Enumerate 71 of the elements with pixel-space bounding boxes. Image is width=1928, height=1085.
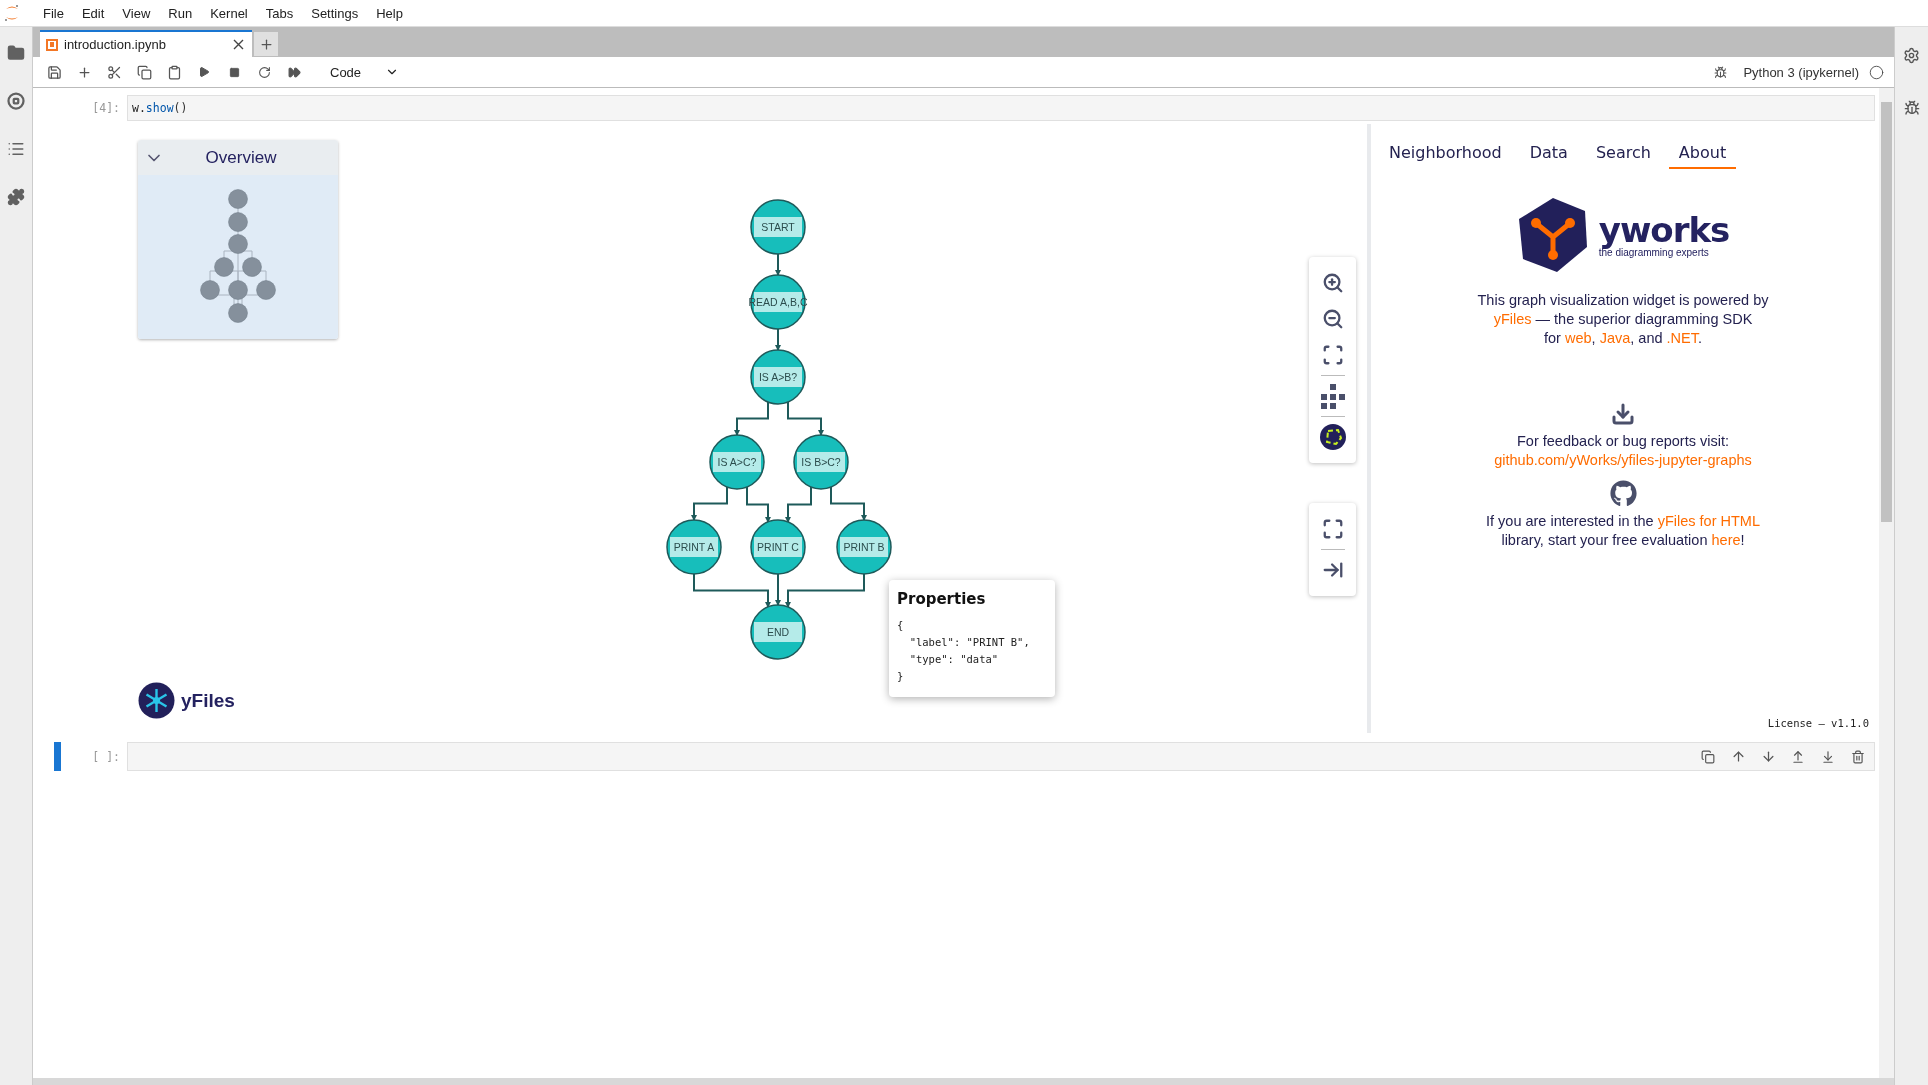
- edge-arrow: [775, 253, 781, 276]
- cell-type-dropdown[interactable]: Code: [324, 64, 406, 80]
- edge-arrow: [785, 486, 812, 523]
- properties-json: { "label": "PRINT B", "type": "data" }: [897, 618, 1031, 684]
- brand-name: yFiles: [181, 689, 235, 712]
- license-text: License – v1.1.0: [1767, 717, 1869, 729]
- node-label: END: [766, 626, 790, 638]
- brand-logo-icon: [138, 682, 175, 719]
- properties-title: Properties: [897, 590, 987, 608]
- graph-node[interactable]: IS A>B?: [750, 349, 806, 405]
- panel-tab[interactable]: About: [1668, 137, 1737, 169]
- download-icon: [1611, 402, 1635, 426]
- github-icon[interactable]: [1609, 480, 1637, 507]
- panel-tab[interactable]: Neighborhood: [1379, 137, 1512, 169]
- graph-node[interactable]: IS A>C?: [709, 434, 765, 490]
- puzzle-icon[interactable]: [7, 188, 25, 206]
- edge-arrow: [746, 486, 771, 523]
- graph-node[interactable]: PRINT B: [836, 519, 892, 575]
- kernel-name[interactable]: Python 3 (ipykernel): [1743, 64, 1859, 80]
- menu-item[interactable]: View: [113, 5, 160, 21]
- edge-arrow: [787, 401, 824, 436]
- evaluation-text: If you are interested in the yFiles for HTML library, start your free evaluation here!: [1486, 512, 1760, 550]
- yworks-logo-icon: [1516, 197, 1589, 273]
- app-logo-icon: [4, 4, 20, 22]
- menu-item[interactable]: Tabs: [256, 5, 303, 21]
- panel-tab[interactable]: Data: [1519, 137, 1578, 169]
- notebook-icon: [46, 38, 58, 51]
- bug-icon[interactable]: [1714, 65, 1728, 79]
- node-label: START: [761, 221, 795, 233]
- edge-arrow: [734, 401, 769, 436]
- node-label: PRINT A: [673, 541, 715, 553]
- list-icon[interactable]: [7, 140, 25, 158]
- graph-node[interactable]: PRINT A: [666, 519, 722, 575]
- graph-node[interactable]: IS B>C?: [793, 434, 849, 490]
- code-input[interactable]: [127, 742, 1875, 771]
- graph-node[interactable]: END: [750, 604, 806, 660]
- menu-item[interactable]: Settings: [302, 5, 368, 21]
- node-label: PRINT B: [843, 541, 885, 553]
- settings-icon[interactable]: [1903, 47, 1920, 64]
- menu-item[interactable]: Edit: [72, 5, 114, 21]
- panel-tab[interactable]: Search: [1585, 137, 1661, 169]
- menu-item[interactable]: Kernel: [201, 5, 257, 21]
- graph-node[interactable]: PRINT C: [750, 519, 806, 575]
- menu-item[interactable]: Run: [159, 5, 202, 21]
- logo-name: yworks: [1598, 212, 1730, 247]
- plus-icon: [258, 36, 274, 52]
- node-label: IS A>C?: [717, 456, 757, 468]
- scrollbar[interactable]: [1879, 88, 1894, 1078]
- node-label: IS B>C?: [801, 456, 841, 468]
- edge-arrow: [775, 328, 781, 351]
- edge-arrow: [830, 486, 867, 521]
- edge-arrow: [775, 573, 781, 606]
- menu-item[interactable]: File: [34, 5, 73, 21]
- about-text: This graph visualization widget is powered by yFiles — the superior diagramming SDK for web, Java, and .NET.: [1477, 291, 1769, 348]
- node-label: PRINT C: [757, 541, 799, 553]
- edge-arrow: [691, 486, 728, 521]
- folder-icon[interactable]: [7, 44, 25, 62]
- notebook-tab[interactable]: introduction.ipynb: [40, 30, 252, 57]
- new-tab-button[interactable]: [254, 32, 278, 56]
- code-input[interactable]: w.show(): [127, 95, 1875, 121]
- menu-item[interactable]: Help: [367, 5, 412, 21]
- cell-prompt: [ ]:: [92, 749, 121, 764]
- cell-prompt: [4]:: [92, 101, 121, 115]
- overview-title: Overview: [204, 147, 278, 168]
- tab-title: introduction.ipynb: [64, 37, 167, 52]
- feedback-text: For feedback or bug reports visit: github.com/yWorks/yfiles-jupyter-graphs: [1494, 432, 1752, 470]
- graph-node[interactable]: START: [750, 199, 806, 255]
- node-label: IS A>B?: [758, 371, 798, 383]
- kernel-status-icon: [1869, 64, 1884, 80]
- stop-icon[interactable]: [7, 92, 25, 110]
- bug-icon[interactable]: [1903, 100, 1920, 116]
